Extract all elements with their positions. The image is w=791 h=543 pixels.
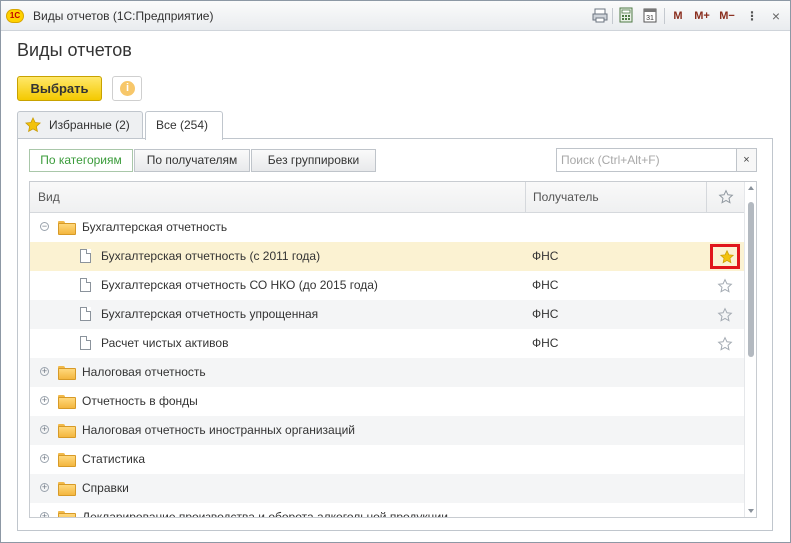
group-by-category-button[interactable]: По категориям xyxy=(29,149,133,172)
star-outline-icon xyxy=(717,307,733,322)
table-row[interactable]: Расчет чистых активов ФНС xyxy=(30,329,744,358)
toolbar-separator xyxy=(612,8,613,24)
folder-icon xyxy=(58,424,76,438)
more-menu-icon[interactable]: ⋮ xyxy=(746,7,758,25)
search-input[interactable] xyxy=(556,148,737,172)
memory-minus-button[interactable]: M− xyxy=(717,7,737,25)
report-types-window: 1С Виды отчетов (1С:Предприятие) 31 M M+… xyxy=(0,0,791,543)
group-label: Статистика xyxy=(82,452,146,466)
group-by-recipient-button[interactable]: По получателям xyxy=(134,149,250,172)
report-types-table: Вид Получатель − Бухгалтерская отчетност… xyxy=(29,181,757,518)
scrollbar-thumb[interactable] xyxy=(748,202,754,357)
report-name: Бухгалтерская отчетность СО НКО (до 2015… xyxy=(101,278,378,292)
star-outline-icon xyxy=(717,278,733,293)
table-row-group[interactable]: − Бухгалтерская отчетность xyxy=(30,213,744,242)
tab-all[interactable]: Все (254) xyxy=(145,111,223,140)
document-icon xyxy=(80,278,91,292)
folder-icon xyxy=(58,511,76,517)
folder-icon xyxy=(58,453,76,467)
scroll-down-icon[interactable] xyxy=(748,509,754,513)
star-outline-icon xyxy=(717,336,733,351)
folder-icon xyxy=(58,395,76,409)
title-bar: 1С Виды отчетов (1С:Предприятие) 31 M M+… xyxy=(1,1,790,31)
calculator-icon[interactable] xyxy=(619,7,633,25)
recipient-cell: ФНС xyxy=(532,307,559,321)
no-grouping-button[interactable]: Без группировки xyxy=(251,149,376,172)
report-name: Бухгалтерская отчетность упрощенная xyxy=(101,307,319,321)
star-outline-icon xyxy=(718,189,734,204)
group-label: Налоговая отчетность иностранных организ… xyxy=(82,423,355,437)
info-icon: i xyxy=(120,81,135,96)
tab-favorites[interactable]: Избранные (2) xyxy=(17,111,143,139)
1c-logo-icon: 1С xyxy=(6,9,24,23)
memory-plus-button[interactable]: M+ xyxy=(692,7,712,25)
collapse-icon[interactable]: − xyxy=(40,222,49,231)
expand-icon[interactable]: + xyxy=(40,483,49,492)
column-header-recipient[interactable]: Получатель xyxy=(525,182,708,212)
expand-icon[interactable]: + xyxy=(40,425,49,434)
report-name: Расчет чистых активов xyxy=(101,336,229,350)
table-row-group[interactable]: + Декларирование производства и оборота … xyxy=(30,503,744,518)
document-icon xyxy=(80,249,91,263)
table-row-group[interactable]: + Отчетность в фонды xyxy=(30,387,744,416)
tab-panel: По категориям По получателям Без группир… xyxy=(17,138,773,531)
table-row[interactable]: Бухгалтерская отчетность (с 2011 года) Ф… xyxy=(30,242,744,271)
table-row[interactable]: Бухгалтерская отчетность упрощенная ФНС xyxy=(30,300,744,329)
tab-label: Избранные (2) xyxy=(49,118,130,132)
recipient-cell: ФНС xyxy=(532,278,559,292)
table-row[interactable]: Бухгалтерская отчетность СО НКО (до 2015… xyxy=(30,271,744,300)
star-filled-icon xyxy=(719,249,735,264)
favorite-toggle[interactable] xyxy=(710,244,740,269)
tab-label: Все (254) xyxy=(156,118,209,132)
folder-icon xyxy=(58,482,76,496)
expand-icon[interactable]: + xyxy=(40,367,49,376)
table-row-group[interactable]: + Статистика xyxy=(30,445,744,474)
column-header-favorite[interactable] xyxy=(706,182,744,212)
select-button[interactable]: Выбрать xyxy=(17,76,102,101)
table-row-group[interactable]: + Налоговая отчетность иностранных орган… xyxy=(30,416,744,445)
folder-icon xyxy=(58,366,76,380)
group-label: Справки xyxy=(82,481,129,495)
favorite-toggle[interactable] xyxy=(712,333,738,355)
document-icon xyxy=(80,336,91,350)
group-label: Отчетность в фонды xyxy=(82,394,198,408)
recipient-cell: ФНС xyxy=(532,336,559,350)
svg-text:31: 31 xyxy=(646,15,654,22)
column-header-type[interactable]: Вид xyxy=(38,182,60,212)
document-icon xyxy=(80,307,91,321)
folder-icon xyxy=(58,221,76,235)
report-name: Бухгалтерская отчетность (с 2011 года) xyxy=(101,249,321,263)
expand-icon[interactable]: + xyxy=(40,512,49,517)
memory-m-button[interactable]: M xyxy=(672,7,684,25)
expand-icon[interactable]: + xyxy=(40,396,49,405)
close-window-button[interactable]: × xyxy=(769,7,783,25)
favorite-toggle[interactable] xyxy=(712,275,738,297)
table-header: Вид Получатель xyxy=(30,182,744,213)
print-icon[interactable] xyxy=(592,7,608,25)
scroll-up-icon[interactable] xyxy=(748,186,754,190)
table-row-group[interactable]: + Справки xyxy=(30,474,744,503)
group-label: Декларирование производства и оборота ал… xyxy=(82,510,448,518)
group-label: Налоговая отчетность xyxy=(82,365,206,379)
table-row-group[interactable]: + Налоговая отчетность xyxy=(30,358,744,387)
clear-search-button[interactable]: × xyxy=(736,148,757,172)
info-button[interactable]: i xyxy=(112,76,142,101)
expand-icon[interactable]: + xyxy=(40,454,49,463)
calendar-icon[interactable]: 31 xyxy=(643,7,657,25)
favorite-toggle[interactable] xyxy=(712,304,738,326)
group-label: Бухгалтерская отчетность xyxy=(82,220,228,234)
window-title: Виды отчетов (1С:Предприятие) xyxy=(33,9,214,23)
vertical-scrollbar[interactable] xyxy=(744,182,756,517)
page-title: Виды отчетов xyxy=(17,40,132,60)
toolbar-separator xyxy=(664,8,665,24)
recipient-cell: ФНС xyxy=(532,249,559,263)
